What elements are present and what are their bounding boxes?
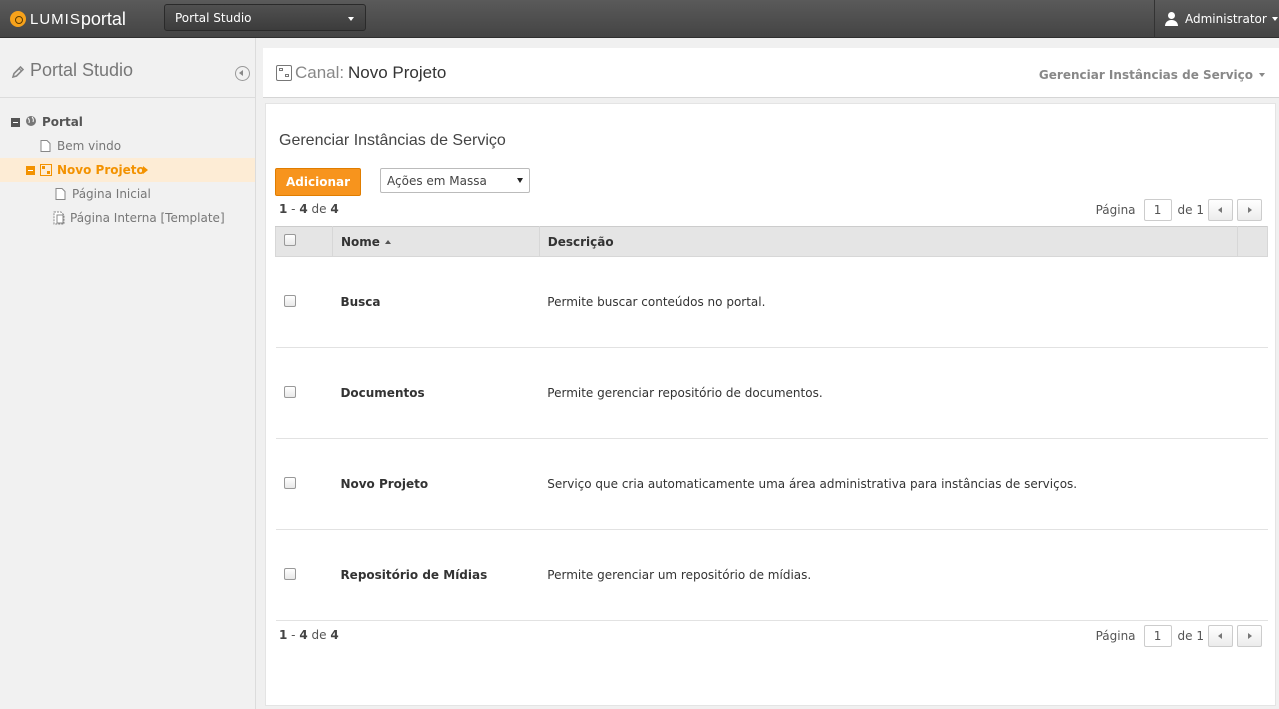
- selected-arrow-icon: [143, 166, 148, 174]
- portal-select[interactable]: Portal Studio: [164, 4, 366, 31]
- page-label: Página: [1095, 203, 1136, 217]
- sort-ascending-icon: [384, 239, 391, 244]
- tree-item-novo-projeto[interactable]: Novo Projeto: [0, 158, 255, 182]
- page-icon: [55, 188, 66, 200]
- tree-item-label: Página Interna [Template]: [70, 211, 225, 225]
- table-header-row: Nome Descrição: [275, 226, 1268, 257]
- row-description: Permite gerenciar repositório de documen…: [539, 347, 1238, 439]
- row-description: Serviço que cria automaticamente uma áre…: [539, 438, 1238, 530]
- channel-prefix: Canal:: [295, 63, 345, 82]
- globe-icon: [26, 116, 36, 126]
- portal-tree: Portal Bem vindo Novo Projeto Página Ini…: [0, 110, 255, 230]
- select-all-checkbox[interactable]: [284, 234, 296, 246]
- bulk-actions-select[interactable]: Ações em Massa: [380, 168, 530, 193]
- select-all-cell: [275, 226, 333, 257]
- pagination-top: Página 1 de 1: [1096, 199, 1262, 221]
- channel-icon: [40, 164, 52, 176]
- table-row[interactable]: Busca Permite buscar conteúdos no portal…: [275, 256, 1268, 348]
- user-icon: [1165, 12, 1178, 26]
- page-title: Novo Projeto: [348, 63, 447, 82]
- tree-item-pagina-interna[interactable]: Página Interna [Template]: [0, 206, 255, 230]
- tree-item-bem-vindo[interactable]: Bem vindo: [0, 134, 255, 158]
- result-count-bottom: 1 - 4 de 4: [279, 628, 339, 642]
- chevron-down-icon: [348, 17, 354, 21]
- logo-icon: [10, 11, 26, 27]
- sidebar-title: Portal Studio: [30, 60, 134, 80]
- page-icon: [40, 140, 51, 152]
- logo-text-portal: portal: [80, 8, 126, 29]
- page-of-label: de 1: [1177, 629, 1204, 643]
- user-menu[interactable]: Administrator: [1154, 0, 1279, 38]
- row-description: Permite gerenciar um repositório de mídi…: [539, 529, 1238, 621]
- next-page-icon[interactable]: [1237, 199, 1262, 221]
- page-of-label: de 1: [1177, 203, 1204, 217]
- page-label: Página: [1095, 629, 1136, 643]
- table-row[interactable]: Novo Projeto Serviço que cria automatica…: [275, 438, 1268, 530]
- column-header-name[interactable]: Nome: [331, 226, 540, 257]
- service-instances-table: Nome Descrição Busca Permite buscar cont…: [275, 226, 1268, 621]
- chevron-down-icon: [517, 178, 523, 183]
- sidebar: Portal Studio Portal Bem vindo Novo Proj…: [0, 38, 256, 709]
- tree-item-label: Portal: [42, 115, 83, 129]
- row-description: Permite buscar conteúdos no portal.: [539, 256, 1238, 348]
- sidebar-header: Portal Studio: [0, 38, 255, 98]
- column-header-description: Descrição: [538, 226, 1239, 257]
- row-checkbox[interactable]: [283, 567, 296, 580]
- user-name: Administrator: [1185, 12, 1267, 26]
- template-page-icon: [53, 211, 65, 225]
- row-checkbox[interactable]: [283, 385, 296, 398]
- previous-page-icon[interactable]: [1208, 199, 1233, 221]
- add-button[interactable]: Adicionar: [275, 168, 361, 196]
- collapse-node-icon[interactable]: [26, 166, 35, 175]
- result-count: 1 - 4 de 4: [279, 202, 339, 216]
- row-checkbox[interactable]: [283, 476, 296, 489]
- channel-icon: [276, 65, 292, 81]
- top-bar: LUMIS portal Portal Studio Administrator: [0, 0, 1279, 38]
- portal-select-value: Portal Studio: [175, 11, 252, 25]
- manage-link-label: Gerenciar Instâncias de Serviço: [1038, 68, 1253, 82]
- content-panel: Gerenciar Instâncias de Serviço Adiciona…: [265, 103, 1276, 706]
- page-header: Canal: Novo Projeto Gerenciar Instâncias…: [263, 48, 1279, 98]
- row-name[interactable]: Novo Projeto: [332, 438, 540, 530]
- lumis-portal-logo[interactable]: LUMIS portal: [10, 8, 126, 30]
- tree-item-label: Página Inicial: [72, 187, 151, 201]
- row-checkbox[interactable]: [283, 294, 296, 307]
- bulk-actions-value: Ações em Massa: [387, 174, 487, 188]
- row-checkbox-cell: [275, 438, 333, 530]
- pencil-icon: [11, 65, 25, 79]
- row-name[interactable]: Busca: [332, 256, 540, 348]
- page-number-input[interactable]: 1: [1143, 199, 1172, 221]
- table-row[interactable]: Repositório de Mídias Permite gerenciar …: [275, 529, 1268, 621]
- panel-title: Gerenciar Instâncias de Serviço: [279, 132, 506, 149]
- row-name[interactable]: Repositório de Mídias: [332, 529, 540, 621]
- collapse-node-icon[interactable]: [11, 118, 20, 127]
- page-number-input[interactable]: 1: [1143, 625, 1172, 647]
- caret-down-icon: [1259, 73, 1265, 77]
- collapse-sidebar-icon[interactable]: [235, 66, 250, 81]
- tree-item-pagina-inicial[interactable]: Página Inicial: [0, 182, 255, 206]
- table-row[interactable]: Documentos Permite gerenciar repositório…: [275, 347, 1268, 439]
- tree-item-portal[interactable]: Portal: [0, 110, 255, 134]
- tree-item-label: Novo Projeto: [57, 163, 145, 177]
- row-checkbox-cell: [275, 256, 333, 348]
- tree-item-label: Bem vindo: [57, 139, 122, 153]
- row-checkbox-cell: [275, 529, 333, 621]
- logo-text-lumis: LUMIS: [30, 10, 81, 28]
- column-header-actions: [1237, 226, 1268, 257]
- row-name[interactable]: Documentos: [332, 347, 540, 439]
- row-checkbox-cell: [275, 347, 333, 439]
- pagination-bottom: Página 1 de 1: [1096, 625, 1262, 647]
- caret-down-icon: [1271, 17, 1278, 21]
- manage-service-instances-menu[interactable]: Gerenciar Instâncias de Serviço: [1039, 68, 1265, 82]
- previous-page-icon[interactable]: [1208, 625, 1233, 647]
- next-page-icon[interactable]: [1237, 625, 1262, 647]
